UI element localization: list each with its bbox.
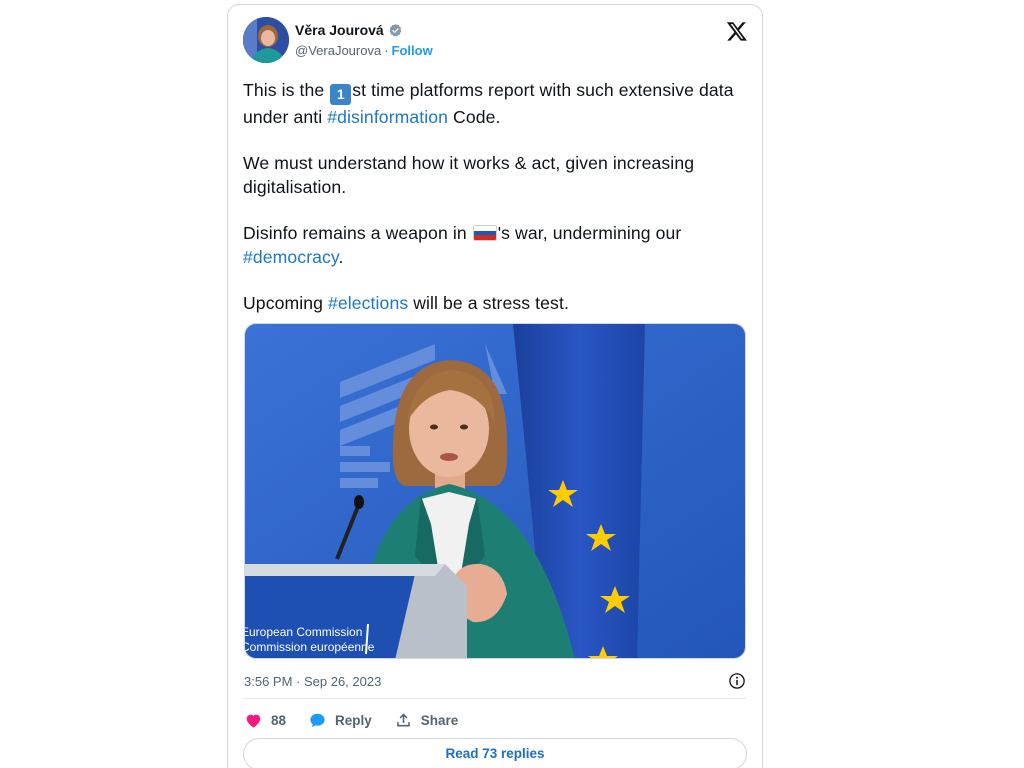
- tweet-header: Věra Jourová @VeraJourova · Follow: [243, 17, 748, 67]
- share-button[interactable]: Share: [394, 711, 459, 730]
- share-label: Share: [420, 712, 459, 728]
- hashtag-elections[interactable]: #elections: [328, 293, 408, 313]
- podium-text-line-2: Commission européenne: [245, 640, 375, 654]
- x-logo-icon[interactable]: [726, 20, 748, 42]
- reply-label: Reply: [335, 712, 372, 728]
- text-segment: Upcoming: [243, 293, 328, 313]
- verified-badge-icon: [389, 23, 402, 36]
- tweet-paragraph-3: Disinfo remains a weapon in 's war, unde…: [243, 221, 748, 269]
- tweet-photo[interactable]: European Commission Commission européenn…: [244, 323, 746, 659]
- timestamp[interactable]: 3:56 PM · Sep 26, 2023: [244, 674, 381, 689]
- share-upload-icon: [396, 712, 410, 726]
- author-name[interactable]: Věra Jourová: [295, 22, 384, 38]
- text-segment: will be a stress test.: [408, 293, 569, 313]
- text-segment: .: [338, 247, 344, 267]
- keycap-one-emoji: 1: [330, 84, 352, 105]
- text-segment: This is the: [243, 80, 330, 100]
- tweet-paragraph-4: Upcoming #elections will be a stress tes…: [243, 291, 748, 315]
- podium-text-line-1: European Commission: [245, 625, 362, 639]
- tweet-paragraph-2: We must understand how it works & act, g…: [243, 153, 695, 197]
- speech-bubble-icon: [310, 713, 325, 727]
- hashtag-disinformation[interactable]: #disinformation: [327, 107, 448, 127]
- tweet-actions: 88 Reply Share: [244, 708, 480, 732]
- author-info: Věra Jourová @VeraJourova · Follow: [295, 22, 433, 58]
- like-count: 88: [271, 712, 287, 728]
- hashtag-democracy[interactable]: #democracy: [243, 247, 339, 267]
- read-replies-button[interactable]: Read 73 replies: [243, 738, 747, 768]
- author-handle[interactable]: @VeraJourova: [295, 43, 381, 58]
- like-button[interactable]: 88: [244, 711, 286, 730]
- avatar[interactable]: [243, 17, 289, 63]
- tweet-meta: 3:56 PM · Sep 26, 2023: [244, 670, 746, 692]
- tweet-paragraph-1: This is the 1st time platforms report wi…: [243, 78, 748, 129]
- reply-button[interactable]: Reply: [308, 711, 372, 730]
- tweet-embed-card: Věra Jourová @VeraJourova · Follow This …: [227, 4, 763, 768]
- info-icon[interactable]: [728, 672, 746, 690]
- russia-flag-emoji: [472, 225, 497, 241]
- text-segment: Disinfo remains a weapon in: [243, 223, 472, 243]
- text-segment: Code.: [448, 107, 501, 127]
- heart-icon: [246, 714, 261, 728]
- handle-separator: ·: [384, 43, 389, 58]
- follow-button[interactable]: Follow: [392, 43, 433, 58]
- divider: [244, 698, 746, 699]
- tweet-text: This is the 1st time platforms report wi…: [243, 78, 748, 337]
- text-segment: 's war, undermining our: [497, 223, 682, 243]
